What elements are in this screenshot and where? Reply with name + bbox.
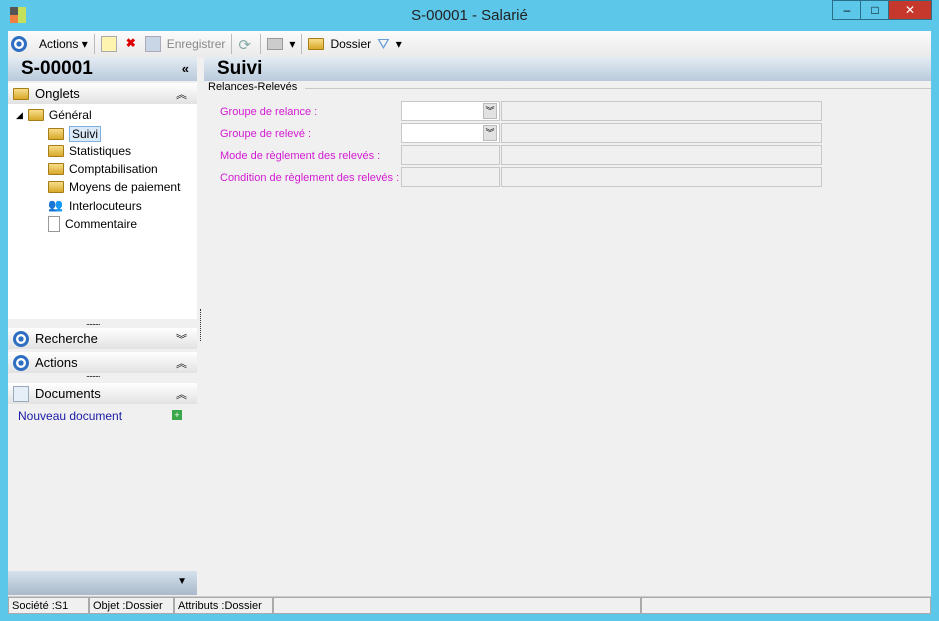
tree-item-interlocuteurs[interactable]: 👥 Interlocuteurs <box>48 198 142 214</box>
groupe-releve-description <box>501 123 822 143</box>
status-bar: Société :S1 Objet :Dossier Attributs :Do… <box>8 596 931 614</box>
add-document-icon[interactable]: + <box>172 410 182 420</box>
record-header: S-00001 « <box>8 57 197 81</box>
new-icon[interactable] <box>100 36 117 52</box>
folder-icon <box>27 109 44 121</box>
status-empty <box>641 597 931 614</box>
document-icon <box>48 216 60 232</box>
filter-dropdown[interactable]: ▾ <box>396 37 402 51</box>
expand-icon[interactable]: ︾ <box>176 331 187 347</box>
mode-reglement-field <box>401 145 500 165</box>
save-icon <box>144 36 161 52</box>
mode-reglement-description <box>501 145 822 165</box>
tree-item-general[interactable]: ◢ Général <box>16 108 92 122</box>
tab-tree: ◢ Général Suivi Statistiques Comptabilisa… <box>8 104 197 319</box>
search-icon <box>13 330 29 347</box>
onglets-header[interactable]: Onglets ︽ <box>8 83 197 104</box>
actions-icon <box>13 354 29 371</box>
panel-menu-bar[interactable]: ▼ <box>8 571 197 595</box>
groupe-relance-select[interactable]: ︾ <box>401 101 500 121</box>
maximize-button[interactable]: □ <box>860 0 890 20</box>
condition-reglement-field <box>401 167 500 187</box>
dropdown-icon[interactable]: ▼ <box>177 576 187 587</box>
filter-icon[interactable]: ⛛ <box>377 36 390 53</box>
folder-icon <box>48 181 64 193</box>
status-societe: Société :S1 <box>8 597 89 614</box>
dropdown-icon[interactable]: ︾ <box>483 125 497 141</box>
toolbar: Actions ▾ ✖ Enregistrer ⟳ ▾ Dossier ⛛ ▾ <box>8 31 931 57</box>
status-empty <box>273 597 641 614</box>
close-button[interactable]: ✕ <box>888 0 932 20</box>
mode-reglement-label: Mode de règlement des relevés : <box>220 150 381 162</box>
tree-item-statistiques[interactable]: Statistiques <box>48 144 131 158</box>
refresh-icon[interactable]: ⟳ <box>238 36 254 54</box>
groupe-releve-label: Groupe de relevé : <box>220 128 312 140</box>
dropdown-icon[interactable]: ︾ <box>483 103 497 119</box>
actions-header[interactable]: Actions ︽ <box>8 352 197 373</box>
collapse-icon[interactable]: ︽ <box>176 86 187 102</box>
folder-icon <box>308 38 325 50</box>
condition-reglement-label: Condition de règlement des relevés : <box>220 172 400 184</box>
new-document-link[interactable]: Nouveau document <box>18 409 122 423</box>
status-objet: Objet :Dossier <box>89 597 174 614</box>
groupe-relance-label: Groupe de relance : <box>220 106 318 118</box>
page-title: Suivi <box>204 57 931 81</box>
actions-icon <box>11 36 27 52</box>
folder-open-icon <box>48 128 64 140</box>
folder-icon <box>13 87 29 100</box>
delete-icon[interactable]: ✖ <box>123 36 139 52</box>
window-title: S-00001 - Salarié <box>411 7 528 24</box>
splitter[interactable]: ......... <box>86 369 100 379</box>
recherche-header[interactable]: Recherche ︾ <box>8 328 197 349</box>
group-line <box>305 88 931 89</box>
tree-item-suivi[interactable]: Suivi <box>48 126 102 142</box>
document-icon <box>13 385 29 402</box>
documents-header[interactable]: Documents ︽ <box>8 383 197 404</box>
groupe-relance-description <box>501 101 822 121</box>
folder-icon <box>48 163 64 175</box>
people-icon: 👥 <box>48 198 63 212</box>
splitter[interactable]: ......... <box>86 317 100 327</box>
client-area: Actions ▾ ✖ Enregistrer ⟳ ▾ Dossier ⛛ ▾ … <box>8 31 931 614</box>
dossier-button[interactable]: Dossier <box>330 37 371 51</box>
folder-icon <box>48 145 64 157</box>
collapse-icon[interactable]: ︽ <box>176 386 187 402</box>
actions-menu[interactable]: Actions ▾ <box>39 37 88 51</box>
minimize-button[interactable]: – <box>832 0 862 20</box>
group-title: Relances-Relevés <box>208 81 298 93</box>
tree-item-commentaire[interactable]: Commentaire <box>48 216 137 232</box>
collapse-icon[interactable]: ︽ <box>176 355 187 371</box>
print-icon[interactable] <box>267 38 284 50</box>
tree-item-moyens-paiement[interactable]: Moyens de paiement <box>48 180 180 194</box>
print-dropdown[interactable]: ▾ <box>289 37 295 51</box>
collapse-panel-button[interactable]: « <box>182 57 189 81</box>
condition-reglement-description <box>501 167 822 187</box>
vertical-splitter[interactable] <box>200 309 201 341</box>
status-attributs: Attributs :Dossier <box>174 597 273 614</box>
save-button[interactable]: Enregistrer <box>167 37 226 51</box>
tree-item-comptabilisation[interactable]: Comptabilisation <box>48 162 158 176</box>
groupe-releve-select[interactable]: ︾ <box>401 123 500 143</box>
